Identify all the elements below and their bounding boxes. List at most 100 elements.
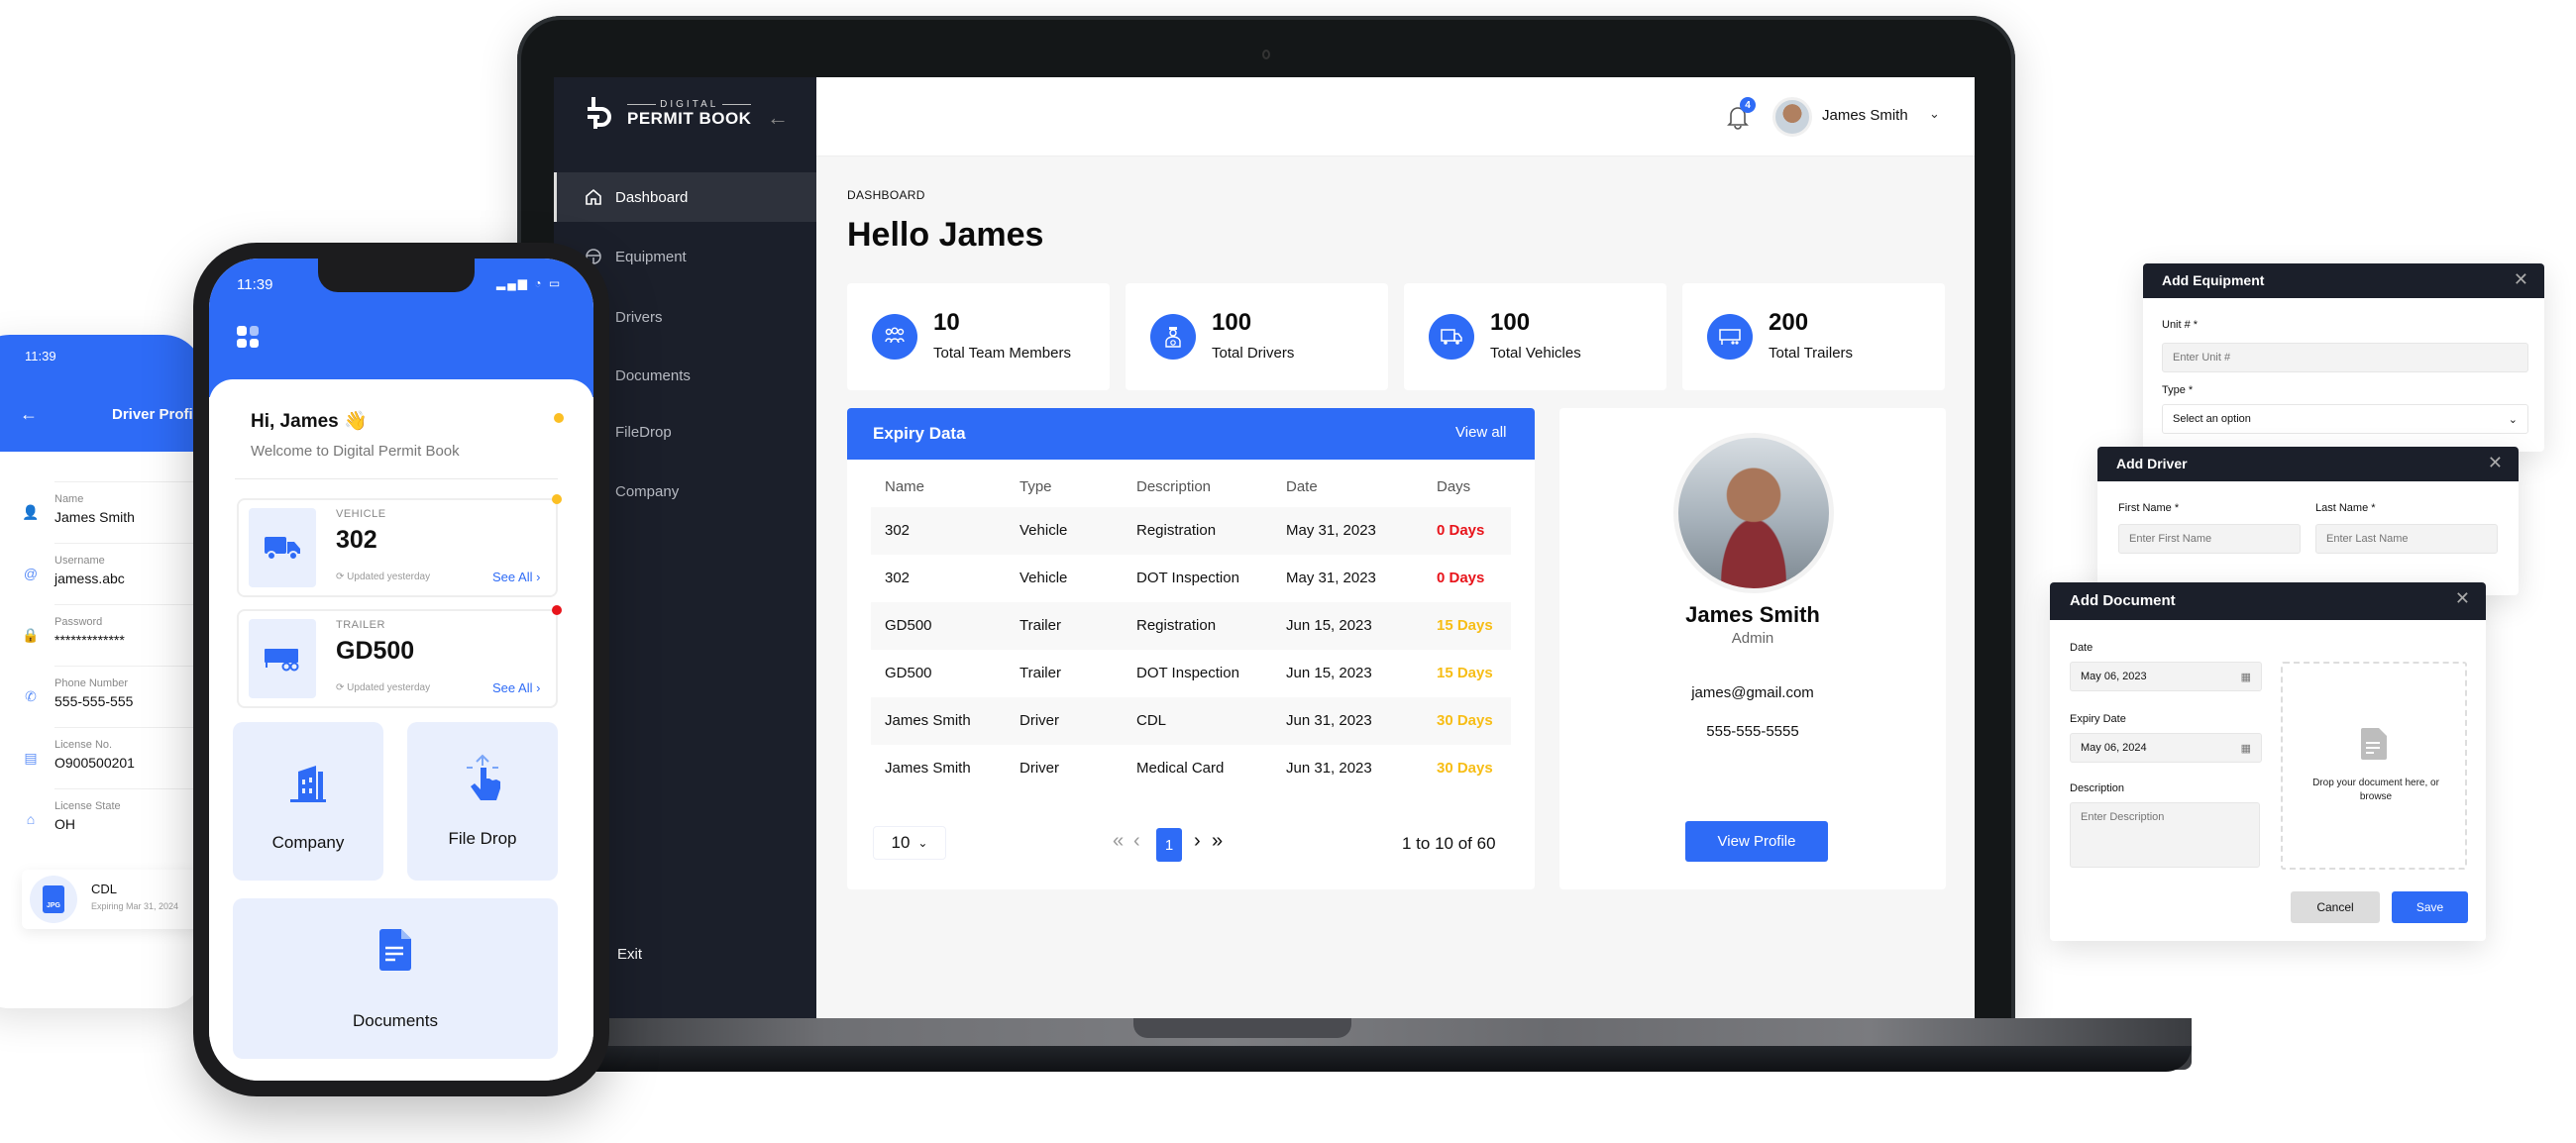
unit-input[interactable] bbox=[2162, 343, 2528, 372]
file-drop-zone[interactable]: Drop your document here, or browse bbox=[2281, 662, 2467, 870]
prev-page-button[interactable]: ‹ bbox=[1133, 830, 1140, 853]
sidebar-item-label: Drivers bbox=[615, 308, 663, 326]
column-header-date[interactable]: Date bbox=[1286, 478, 1318, 495]
tile-file-drop[interactable]: File Drop bbox=[407, 722, 558, 881]
divider bbox=[54, 543, 203, 544]
refresh-icon: ⟳ bbox=[336, 682, 348, 693]
save-button[interactable]: Save bbox=[2392, 891, 2468, 923]
breadcrumb: DASHBOARD bbox=[847, 188, 925, 202]
page-size-select[interactable]: 10 ⌄ bbox=[873, 826, 946, 860]
trailer-card[interactable]: TRAILER GD500 ⟳ Updated yesterday See Al… bbox=[237, 605, 562, 708]
laptop-base-bottom bbox=[585, 1046, 2192, 1072]
calendar-icon[interactable]: ▦ bbox=[2241, 742, 2251, 755]
divider bbox=[54, 666, 203, 667]
vehicle-card[interactable]: VEHICLE 302 ⟳ Updated yesterday See All … bbox=[237, 494, 562, 597]
table-row[interactable]: James Smith Driver Medical Card Jun 31, 202… bbox=[871, 745, 1511, 792]
document-item[interactable]: JPG CDL Expiring Mar 31, 2024 bbox=[22, 870, 203, 929]
profile-card: James Smith Admin james@gmail.com 555-55… bbox=[1559, 408, 1946, 889]
field-label: Password bbox=[54, 616, 103, 628]
asset-name: GD500 bbox=[336, 637, 415, 665]
status-dot bbox=[554, 413, 564, 423]
mobile-phone: 11:39 ▂▄▆ ◔ ▭ Hi, James 👋 Welcome to Dig… bbox=[193, 243, 609, 1096]
asset-type: VEHICLE bbox=[336, 508, 386, 520]
cell-date: Jun 15, 2023 bbox=[1286, 617, 1372, 634]
stat-label: Total Vehicles bbox=[1490, 345, 1581, 362]
document-name: CDL bbox=[91, 882, 118, 896]
user-name[interactable]: James Smith bbox=[1822, 107, 1908, 124]
field-value: O900500201 bbox=[54, 755, 135, 771]
calendar-icon[interactable]: ▦ bbox=[2241, 671, 2251, 683]
last-page-button[interactable]: » bbox=[1212, 830, 1223, 853]
add-equipment-modal: Add Equipment ✕ Unit # * Type * Select a… bbox=[2143, 263, 2544, 452]
field-label: Name bbox=[54, 493, 84, 505]
back-arrow-icon[interactable]: ← bbox=[20, 404, 38, 425]
profile-phone: 555-555-5555 bbox=[1706, 723, 1799, 740]
tile-label: File Drop bbox=[448, 829, 517, 848]
column-header-name[interactable]: Name bbox=[885, 478, 924, 495]
tile-documents[interactable]: Documents bbox=[233, 898, 558, 1059]
status-icons: ▂▄▆ ◔ ▭ bbox=[496, 276, 563, 290]
divider bbox=[235, 478, 558, 479]
divider bbox=[54, 481, 203, 482]
driver-profile-title: Driver Profile bbox=[112, 406, 203, 423]
logo-big-text: PERMIT BOOK bbox=[627, 108, 752, 128]
tile-company[interactable]: Company bbox=[233, 722, 383, 881]
field-label: Username bbox=[54, 555, 105, 567]
table-row[interactable]: GD500 Trailer Registration Jun 15, 2023 15 D… bbox=[871, 602, 1511, 650]
refresh-icon: ⟳ bbox=[336, 572, 348, 582]
stat-card-vehicles: 100 Total Vehicles bbox=[1404, 283, 1666, 390]
exit-button[interactable]: Exit bbox=[617, 946, 642, 963]
table-row[interactable]: 302 Vehicle Registration May 31, 2023 0 Days bbox=[871, 507, 1511, 555]
cell-name: 302 bbox=[885, 522, 911, 539]
cell-type: Trailer bbox=[1020, 617, 1061, 634]
cell-days: 30 Days bbox=[1437, 712, 1493, 729]
expiry-date-label: Expiry Date bbox=[2070, 713, 2126, 725]
see-all-link[interactable]: See All › bbox=[492, 570, 540, 584]
sidebar-item-dashboard[interactable]: Dashboard bbox=[554, 172, 816, 222]
column-header-type[interactable]: Type bbox=[1020, 478, 1052, 495]
current-page-button[interactable]: 1 bbox=[1156, 828, 1182, 862]
user-avatar[interactable] bbox=[1772, 97, 1812, 137]
first-page-button[interactable]: « bbox=[1113, 830, 1124, 853]
close-icon[interactable]: ✕ bbox=[2455, 588, 2470, 609]
column-header-description[interactable]: Description bbox=[1136, 478, 1211, 495]
last-name-input[interactable] bbox=[2315, 524, 2498, 554]
cell-name: James Smith bbox=[885, 712, 971, 729]
laptop-notch bbox=[1133, 1018, 1351, 1038]
next-page-button[interactable]: › bbox=[1194, 830, 1201, 853]
stat-value: 10 bbox=[933, 309, 960, 336]
collapse-sidebar-button[interactable]: ← bbox=[767, 105, 789, 131]
table-row[interactable]: 302 Vehicle DOT Inspection May 31, 2023 0 Da… bbox=[871, 555, 1511, 602]
user-icon: 👤 bbox=[22, 503, 40, 520]
building-icon bbox=[290, 766, 326, 802]
divider bbox=[54, 727, 203, 728]
status-dot bbox=[552, 605, 562, 615]
cell-days: 30 Days bbox=[1437, 760, 1493, 777]
menu-grid-icon[interactable] bbox=[237, 326, 259, 348]
close-icon[interactable]: ✕ bbox=[2514, 269, 2528, 290]
column-header-days[interactable]: Days bbox=[1437, 478, 1470, 495]
cancel-button[interactable]: Cancel bbox=[2291, 891, 2380, 923]
type-select[interactable]: Select an option ⌄ bbox=[2162, 404, 2528, 434]
truck-icon bbox=[249, 508, 316, 587]
profile-field: Username jamess.abc bbox=[54, 555, 125, 586]
chevron-down-icon[interactable]: ⌄ bbox=[1929, 106, 1940, 122]
chevron-down-icon: ⌄ bbox=[2508, 413, 2518, 426]
see-all-link[interactable]: See All › bbox=[492, 680, 540, 695]
description-input[interactable] bbox=[2070, 802, 2260, 868]
unit-label: Unit # * bbox=[2162, 319, 2199, 331]
expiry-date-input[interactable]: May 06, 2024 ▦ bbox=[2070, 733, 2262, 763]
logo-small-text: DIGITAL bbox=[627, 99, 751, 110]
close-icon[interactable]: ✕ bbox=[2488, 453, 2503, 473]
stat-label: Total Trailers bbox=[1769, 345, 1854, 362]
modal-title: Add Document bbox=[2070, 592, 2176, 609]
cell-days: 0 Days bbox=[1437, 522, 1485, 539]
view-profile-button[interactable]: View Profile bbox=[1685, 821, 1828, 862]
stat-card-drivers: 100 Total Drivers bbox=[1126, 283, 1388, 390]
table-row[interactable]: GD500 Trailer DOT Inspection Jun 15, 2023 15… bbox=[871, 650, 1511, 697]
table-row[interactable]: James Smith Driver CDL Jun 31, 2023 30 Days bbox=[871, 697, 1511, 745]
cell-description: DOT Inspection bbox=[1136, 665, 1239, 681]
date-input[interactable]: May 06, 2023 ▦ bbox=[2070, 662, 2262, 691]
view-all-link[interactable]: View all bbox=[1455, 424, 1506, 441]
first-name-input[interactable] bbox=[2118, 524, 2301, 554]
